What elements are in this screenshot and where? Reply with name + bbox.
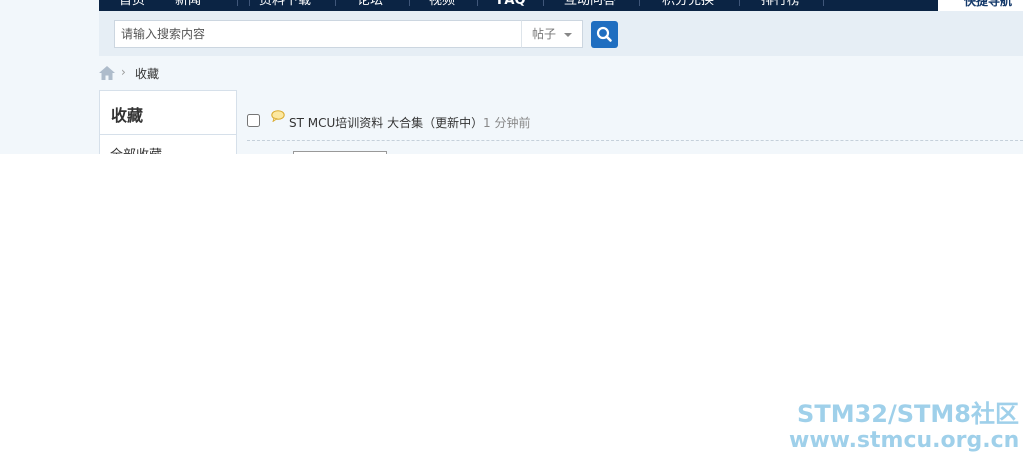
sidebar-divider [100, 134, 236, 135]
caret-down-icon [564, 33, 572, 37]
nav-item-points[interactable]: 积分兑换 [662, 0, 714, 11]
nav-item-qa[interactable]: 互动问答 [564, 0, 616, 11]
quick-nav-button[interactable]: 快捷导航 [938, 0, 1023, 11]
speech-bubble-icon [271, 110, 285, 122]
nav-separator [477, 0, 478, 6]
sidebar-title: 收藏 [111, 106, 144, 125]
search-icon [596, 26, 612, 42]
search-button[interactable] [591, 21, 618, 48]
nav-item-ranking[interactable]: 排行榜 [761, 0, 800, 11]
nav-item-downloads[interactable]: 资料下载 [259, 0, 311, 11]
nav-separator [739, 0, 740, 6]
favorites-list: ST MCU培训资料 大合集（更新中） 1 分钟前 [237, 90, 1023, 154]
nav-separator [639, 0, 640, 6]
sidebar: 收藏 全部收藏 [99, 90, 237, 154]
breadcrumb-separator: › [121, 65, 126, 79]
search-input[interactable] [114, 20, 521, 48]
search-type-dropdown[interactable]: 帖子 [521, 20, 583, 48]
breadcrumb-current: 收藏 [135, 67, 160, 81]
favorite-title-link[interactable]: ST MCU培训资料 大合集（更新中） [289, 114, 483, 131]
nav-separator [823, 0, 824, 6]
nav-item-home[interactable]: 首页 [119, 0, 145, 11]
nav-separator [249, 0, 250, 6]
nav-separator [409, 0, 410, 6]
watermark-site-name: STM32/STM8社区 [797, 400, 1019, 428]
breadcrumb: › 收藏 [99, 56, 1023, 90]
nav-separator [543, 0, 544, 6]
search-type-label: 帖子 [532, 27, 557, 41]
action-button[interactable] [293, 151, 387, 154]
home-icon[interactable] [99, 66, 115, 80]
search-bar: 帖子 [99, 11, 1023, 56]
sidebar-item-all-favorites[interactable]: 全部收藏 [110, 144, 162, 154]
nav-item-faq[interactable]: FAQ [497, 0, 526, 11]
nav-item-video[interactable]: 视频 [429, 0, 455, 11]
nav-separator [335, 0, 336, 6]
site-watermark: STM32/STM8社区 www.stmcu.org.cn [789, 400, 1019, 454]
list-divider [247, 140, 1023, 141]
quick-nav-label: 快捷导航 [964, 0, 1013, 8]
nav-separator [237, 0, 238, 6]
nav-item-news[interactable]: 新闻 [175, 0, 201, 11]
page-viewport: 首页 新闻 资料下载 论坛 视频 FAQ 互动问答 积分兑换 排行榜 快捷导航 … [0, 0, 1023, 154]
select-checkbox[interactable] [247, 114, 260, 127]
nav-item-forum[interactable]: 论坛 [357, 0, 383, 11]
top-navigation: 首页 新闻 资料下载 论坛 视频 FAQ 互动问答 积分兑换 排行榜 [99, 0, 1023, 11]
watermark-url: www.stmcu.org.cn [789, 428, 1020, 453]
favorite-timestamp: 1 分钟前 [483, 116, 531, 130]
